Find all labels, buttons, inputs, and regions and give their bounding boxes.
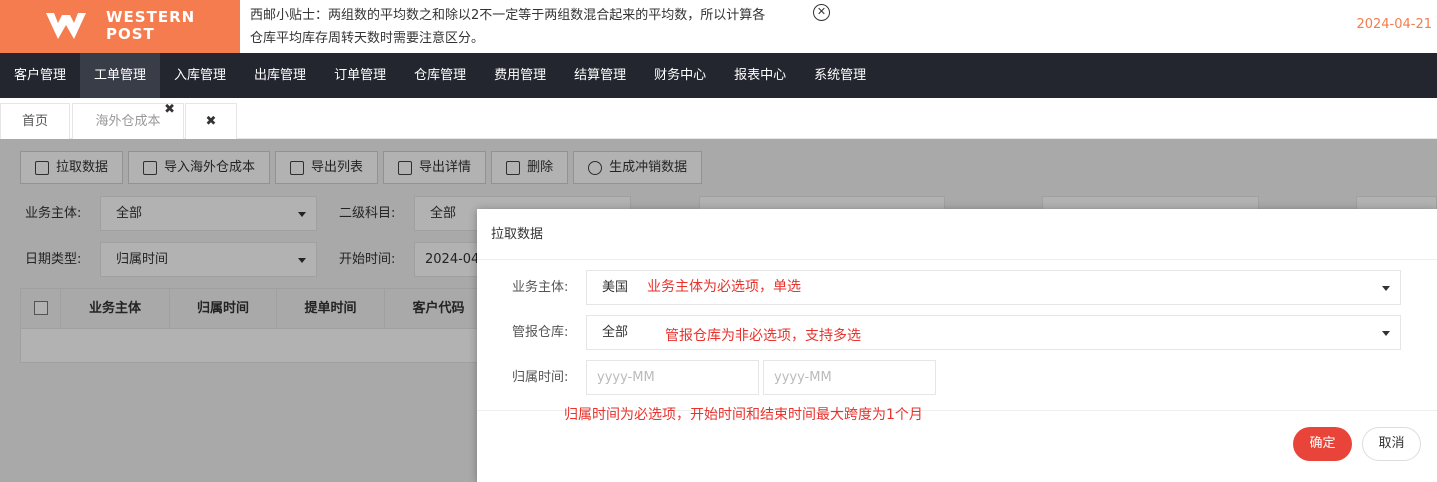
nav-item-workorder[interactable]: 工单管理	[80, 53, 161, 98]
chevron-down-icon	[1382, 286, 1390, 291]
nav-item-system[interactable]: 系统管理	[800, 53, 880, 98]
tab-overseas-cost[interactable]: 海外仓成本 ✖	[72, 102, 184, 139]
nav-item-reports[interactable]: 报表中心	[720, 53, 800, 98]
cancel-button[interactable]: 取消	[1362, 427, 1421, 461]
nav-item-settlement[interactable]: 结算管理	[560, 53, 640, 98]
period-note: 归属时间为必选项，开始时间和结束时间最大跨度为1个月	[564, 407, 923, 423]
entity-note: 业务主体为必选项，单选	[647, 279, 801, 295]
pull-data-dialog: 拉取数据 业务主体: 美国 业务主体为必选项，单选 管报仓库: 全部 管报仓库为…	[477, 209, 1437, 482]
entity-value: 美国	[602, 280, 629, 295]
tab-home[interactable]: 首页	[0, 103, 70, 139]
western-post-logo-icon	[46, 13, 86, 39]
tip-text: 西邮小贴士：两组数的平均数之和除以2不一定等于两组数混合起来的平均数，所以计算各…	[250, 8, 766, 46]
logo: WESTERN POST	[0, 0, 240, 53]
nav-item-warehouse[interactable]: 仓库管理	[400, 53, 480, 98]
chevron-down-icon	[1382, 331, 1390, 336]
current-date: 2024-04-21	[1356, 17, 1432, 32]
nav-item-fees[interactable]: 费用管理	[480, 53, 560, 98]
tip-close-icon[interactable]: ✕	[813, 4, 830, 21]
tab-overseas-cost-label: 海外仓成本	[95, 114, 161, 129]
brand-name: WESTERN POST	[106, 8, 196, 43]
tab-bar: 首页 海外仓成本 ✖ ✖	[0, 98, 1437, 139]
dialog-title: 拉取数据	[477, 209, 1437, 260]
period-end-input[interactable]: yyyy-MM	[763, 360, 936, 395]
warehouse-note: 管报仓库为非必选项，支持多选	[665, 328, 861, 344]
period-start-input[interactable]: yyyy-MM	[586, 360, 759, 395]
close-all-tabs-button[interactable]: ✖	[185, 103, 237, 139]
nav-item-outbound[interactable]: 出库管理	[240, 53, 320, 98]
entity-label: 业务主体:	[512, 280, 569, 295]
confirm-button[interactable]: 确定	[1293, 427, 1352, 461]
period-label: 归属时间:	[512, 370, 569, 385]
nav-item-finance[interactable]: 财务中心	[640, 53, 720, 98]
warehouse-label: 管报仓库:	[512, 325, 569, 340]
tab-close-icon[interactable]: ✖	[164, 92, 175, 128]
main-nav: 客户管理 工单管理 入库管理 出库管理 订单管理 仓库管理 费用管理 结算管理 …	[0, 53, 1437, 98]
nav-item-orders[interactable]: 订单管理	[320, 53, 400, 98]
nav-item-customer[interactable]: 客户管理	[0, 53, 80, 98]
warehouse-value: 全部	[602, 325, 629, 340]
top-banner: WESTERN POST 西邮小贴士：两组数的平均数之和除以2不一定等于两组数混…	[0, 0, 1437, 53]
